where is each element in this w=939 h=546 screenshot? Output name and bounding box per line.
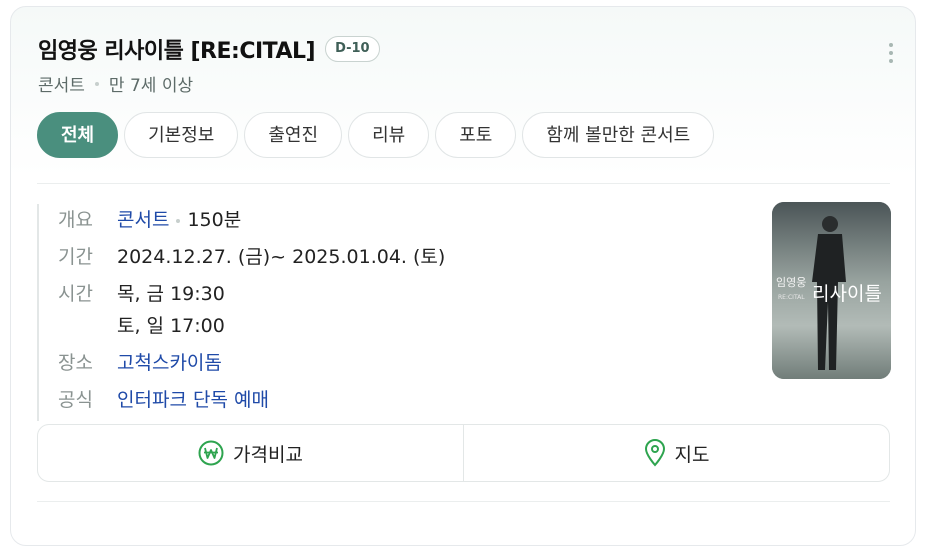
overview-label: 개요 xyxy=(58,209,93,231)
official-label: 공식 xyxy=(58,389,93,411)
category-label: 콘서트 xyxy=(38,76,85,96)
won-icon xyxy=(198,440,224,466)
map-button[interactable]: 지도 xyxy=(463,425,889,481)
price-compare-label: 가격비교 xyxy=(233,443,303,466)
overview-value: 콘서트 150분 xyxy=(117,204,241,236)
time-label: 시간 xyxy=(58,283,93,305)
period-row: 기간 2024.12.27. (금)~ 2025.01.04. (토) xyxy=(58,241,445,273)
poster-title-big: 리사이틀 xyxy=(812,283,882,305)
map-label: 지도 xyxy=(674,443,710,466)
time-weekend: 토, 일 17:00 xyxy=(117,315,225,337)
official-row: 공식 인터파크 단독 예매 xyxy=(58,384,445,416)
concert-card: 임영웅 리사이틀 [RE:CITAL] D-10 콘서트 만 7세 이상 전체 … xyxy=(10,6,916,546)
separator-dot xyxy=(94,81,99,86)
dday-badge: D-10 xyxy=(325,36,380,62)
tab-reviews[interactable]: 리뷰 xyxy=(348,112,430,158)
poster-image[interactable]: 임영웅 리사이틀 RE:CITAL xyxy=(772,202,891,379)
venue-label: 장소 xyxy=(58,352,93,374)
action-bar: 가격비교 지도 xyxy=(37,424,890,482)
more-options-icon[interactable] xyxy=(889,43,893,63)
tab-related-concerts[interactable]: 함께 볼만한 콘서트 xyxy=(522,112,715,158)
period-value: 2024.12.27. (금)~ 2025.01.04. (토) xyxy=(117,246,446,268)
tab-all[interactable]: 전체 xyxy=(37,112,119,158)
genre-link[interactable]: 콘서트 xyxy=(117,209,169,231)
runtime: 150분 xyxy=(187,209,242,231)
overview-row: 개요 콘서트 150분 xyxy=(58,204,445,236)
official-link[interactable]: 인터파크 단독 예매 xyxy=(117,384,269,416)
subtitle: 콘서트 만 7세 이상 xyxy=(38,71,193,96)
divider xyxy=(37,183,890,184)
time-row: 시간 목, 금 19:30 토, 일 17:00 xyxy=(58,278,445,342)
period-label: 기간 xyxy=(58,246,93,268)
age-rating: 만 7세 이상 xyxy=(108,76,194,96)
tab-basic-info[interactable]: 기본정보 xyxy=(124,112,239,158)
tab-cast[interactable]: 출연진 xyxy=(244,112,343,158)
map-pin-icon xyxy=(644,439,665,467)
poster-art: 임영웅 리사이틀 RE:CITAL xyxy=(772,202,891,379)
venue-link[interactable]: 고척스카이돔 xyxy=(117,347,222,379)
poster-title-small: 임영웅 xyxy=(776,276,806,289)
separator-dot xyxy=(176,218,181,223)
tab-bar: 전체 기본정보 출연진 리뷰 포토 함께 볼만한 콘서트 xyxy=(37,112,715,158)
time-weekday: 목, 금 19:30 xyxy=(117,283,225,305)
venue-row: 장소 고척스카이돔 xyxy=(58,347,445,379)
time-values: 목, 금 19:30 토, 일 17:00 xyxy=(117,278,225,342)
concert-title[interactable]: 임영웅 리사이틀 [RE:CITAL] xyxy=(38,33,316,65)
divider xyxy=(37,501,890,502)
tab-photos[interactable]: 포토 xyxy=(435,112,517,158)
price-compare-button[interactable]: 가격비교 xyxy=(38,425,463,481)
info-list: 개요 콘서트 150분 기간 2024.12.27. (금)~ 2025.01.0… xyxy=(37,204,445,421)
title-row: 임영웅 리사이틀 [RE:CITAL] D-10 xyxy=(38,33,380,65)
poster-title-en: RE:CITAL xyxy=(778,294,805,301)
